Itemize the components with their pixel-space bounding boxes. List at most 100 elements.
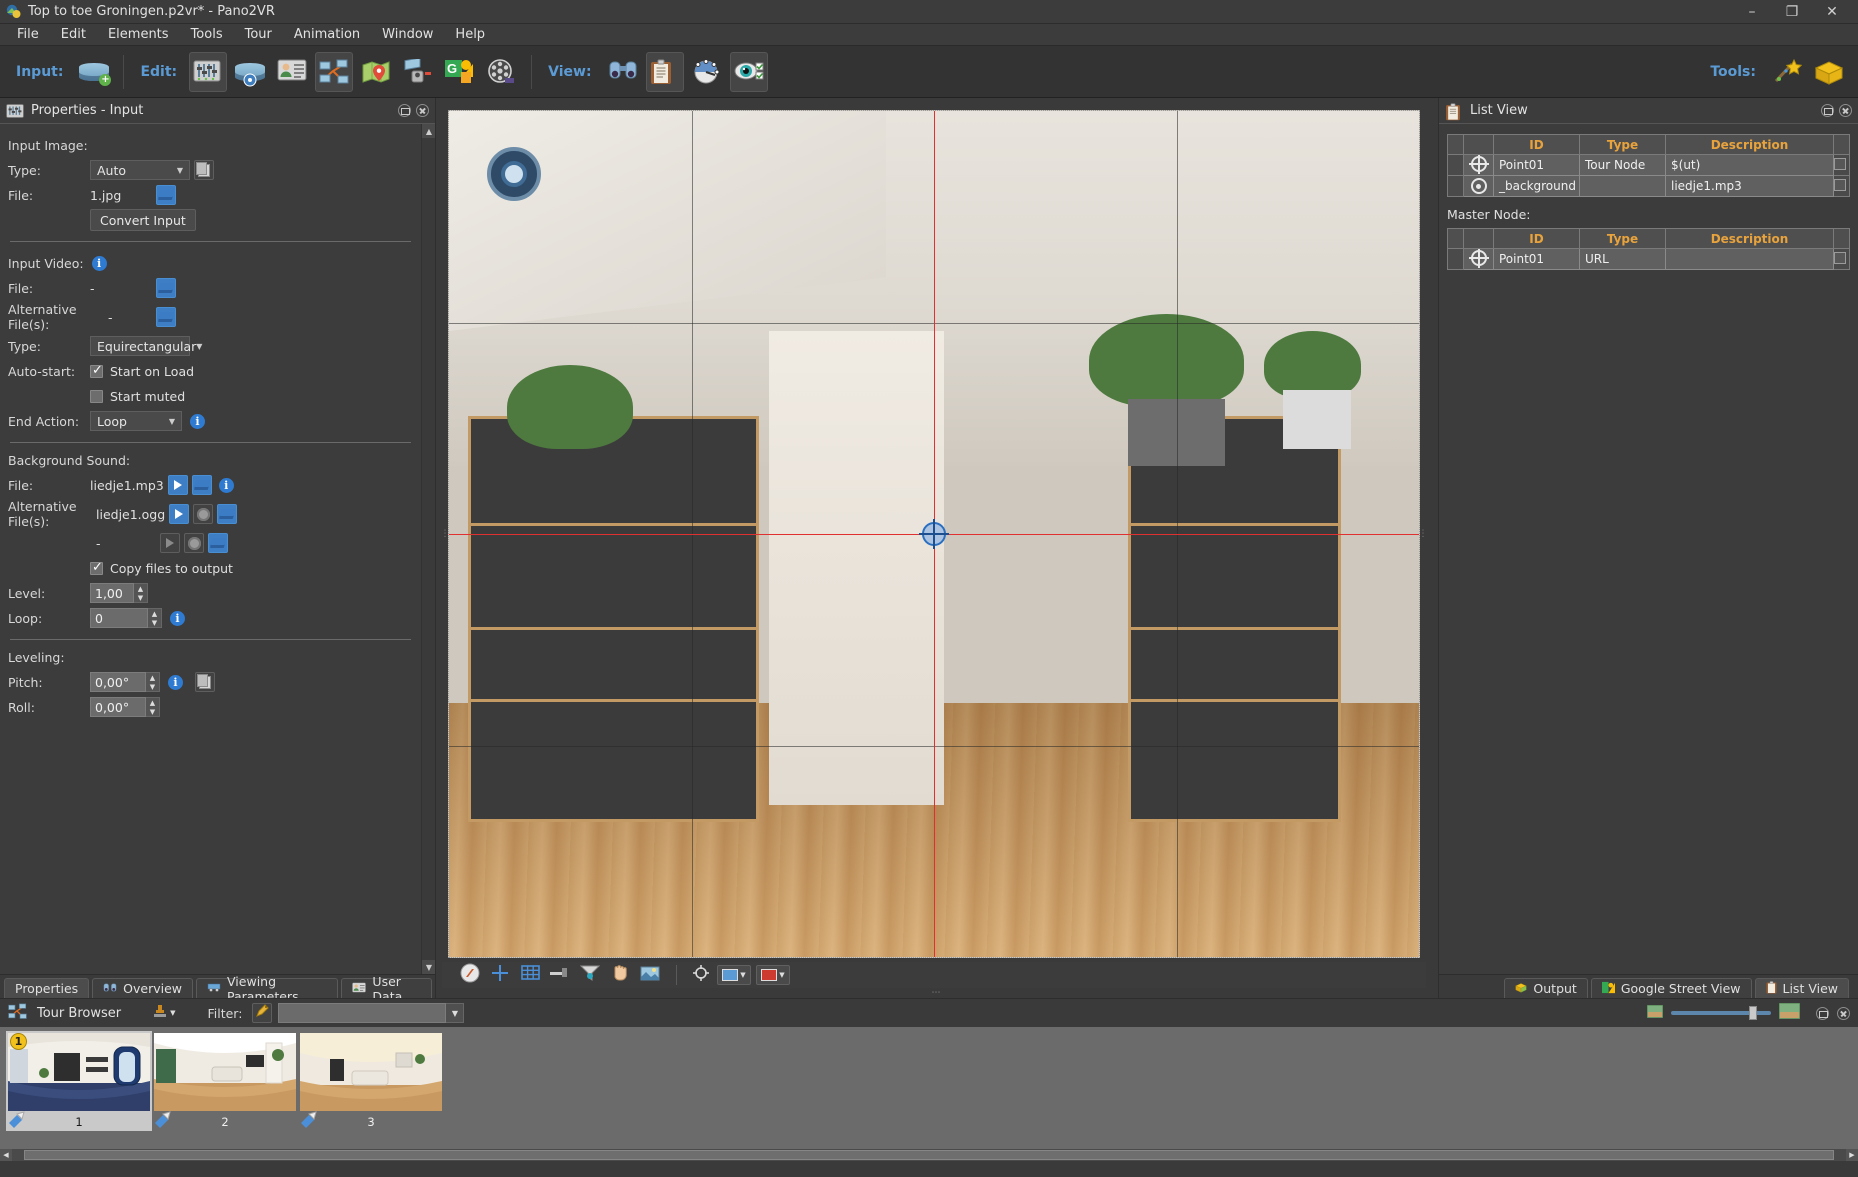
input-type-select[interactable]: Auto ▼ bbox=[90, 160, 190, 180]
row-description[interactable]: $(ut) bbox=[1665, 154, 1834, 176]
properties-button[interactable] bbox=[189, 51, 228, 92]
info-icon[interactable]: i bbox=[91, 255, 107, 271]
map-button[interactable] bbox=[357, 52, 395, 92]
close-panel-button[interactable] bbox=[416, 104, 429, 117]
bgsound-alt1-open-button[interactable] bbox=[217, 504, 238, 524]
bgsound-alt2-play-button[interactable] bbox=[160, 533, 180, 553]
close-button[interactable]: ✕ bbox=[1812, 0, 1852, 24]
level-stepper[interactable]: ▲▼ bbox=[90, 583, 148, 603]
input-type-copy-button[interactable] bbox=[194, 160, 214, 180]
stepper-down-icon[interactable]: ▼ bbox=[148, 618, 161, 627]
input-file-open-button[interactable] bbox=[156, 185, 176, 205]
bgsound-play-button[interactable] bbox=[167, 475, 188, 495]
viewing-parameters-button[interactable] bbox=[688, 52, 726, 92]
video-alt-open-button[interactable] bbox=[156, 307, 176, 327]
compass-icon[interactable] bbox=[487, 147, 541, 201]
list-view-button[interactable] bbox=[645, 51, 684, 92]
scroll-down-icon[interactable]: ▼ bbox=[422, 960, 435, 974]
right-splitter-handle[interactable]: ⋮ bbox=[1419, 110, 1428, 958]
tour-node-item[interactable]: 3 bbox=[298, 1031, 444, 1131]
patch-tool-button[interactable] bbox=[636, 963, 664, 987]
col-description[interactable]: Description bbox=[1665, 134, 1834, 155]
info-icon[interactable]: i bbox=[218, 477, 234, 493]
filter-tag-button[interactable] bbox=[252, 1003, 273, 1023]
master-col-type[interactable]: Type bbox=[1579, 228, 1666, 249]
master-row-id[interactable]: Point01 bbox=[1493, 248, 1580, 270]
tab-output[interactable]: Output bbox=[1504, 978, 1588, 998]
chevron-down-icon[interactable]: ▼ bbox=[446, 1003, 465, 1023]
stepper-arrows[interactable]: ▲ ▼ bbox=[148, 608, 162, 628]
video-type-select[interactable]: Equirectangular ▼ bbox=[90, 336, 202, 356]
scroll-up-icon[interactable]: ▲ bbox=[422, 124, 435, 138]
tab-overview[interactable]: Overview bbox=[92, 978, 194, 998]
stepper-up-icon[interactable]: ▲ bbox=[146, 673, 159, 682]
stepper-down-icon[interactable]: ▼ bbox=[146, 707, 159, 716]
end-action-select[interactable]: Loop ▼ bbox=[90, 411, 182, 431]
roll-stepper[interactable]: ▲▼ bbox=[90, 697, 160, 717]
master-col-description[interactable]: Description bbox=[1665, 228, 1834, 249]
preview-button[interactable] bbox=[729, 51, 768, 92]
menu-tour[interactable]: Tour bbox=[234, 25, 283, 44]
panorama-viewer[interactable] bbox=[448, 110, 1420, 958]
info-icon[interactable]: i bbox=[168, 674, 183, 690]
row-description[interactable]: liedje1.mp3 bbox=[1665, 175, 1834, 197]
bgsound-alt1-play-button[interactable] bbox=[169, 504, 190, 524]
scroll-right-icon[interactable]: ▶ bbox=[1846, 1149, 1858, 1161]
table-row[interactable]: Point01 Tour Node $(ut) bbox=[1447, 154, 1850, 176]
menu-window[interactable]: Window bbox=[371, 25, 444, 44]
bgsound-alt2-settings-button[interactable] bbox=[184, 533, 204, 553]
copy-files-to-output-checkbox[interactable]: Copy files to output bbox=[90, 560, 233, 576]
properties-scrollbar[interactable]: ▲ ▼ bbox=[421, 124, 435, 974]
tab-google-street-view[interactable]: Google Street View bbox=[1590, 978, 1752, 998]
loop-input[interactable] bbox=[90, 608, 148, 628]
row-options-button[interactable] bbox=[1833, 154, 1850, 176]
info-icon[interactable]: i bbox=[170, 610, 185, 626]
tab-list-view[interactable]: List View bbox=[1754, 978, 1849, 998]
google-street-view-button[interactable]: G bbox=[441, 52, 479, 92]
fill-color-button[interactable]: ▼ bbox=[717, 965, 751, 985]
loop-stepper[interactable]: ▲▼ bbox=[90, 608, 162, 628]
float-panel-button[interactable] bbox=[1821, 104, 1834, 117]
bgsound-open-button[interactable] bbox=[191, 475, 212, 495]
pan-tool-button[interactable] bbox=[606, 963, 634, 987]
thumbnail-large-icon[interactable] bbox=[1778, 1002, 1801, 1023]
float-panel-button[interactable] bbox=[1816, 1006, 1829, 1020]
row-drag-handle[interactable] bbox=[1447, 248, 1464, 270]
row-id[interactable]: _background bbox=[1493, 175, 1580, 197]
thumbnail-small-icon[interactable] bbox=[1646, 1004, 1664, 1022]
compass-tool-button[interactable] bbox=[456, 963, 484, 987]
tour-node-item[interactable]: 1 1 bbox=[6, 1031, 152, 1131]
skin-editor-button[interactable] bbox=[399, 52, 437, 92]
col-id[interactable]: ID bbox=[1493, 134, 1580, 155]
filter-input[interactable] bbox=[278, 1003, 447, 1023]
row-type[interactable] bbox=[1579, 175, 1666, 197]
close-panel-button[interactable] bbox=[1837, 1006, 1850, 1020]
stamp-tool-button[interactable]: ▼ bbox=[153, 1003, 175, 1023]
row-options-button[interactable] bbox=[1833, 248, 1850, 270]
thumbnails-horizontal-scrollbar[interactable]: ◀ ▶ bbox=[0, 1149, 1858, 1161]
stepper-arrows[interactable]: ▲ ▼ bbox=[146, 697, 160, 717]
maximize-button[interactable]: ❐ bbox=[1772, 0, 1812, 24]
stroke-color-button[interactable]: ▼ bbox=[756, 965, 790, 985]
menu-edit[interactable]: Edit bbox=[50, 25, 97, 44]
overview-button[interactable] bbox=[604, 52, 642, 92]
master-col-id[interactable]: ID bbox=[1493, 228, 1580, 249]
close-panel-button[interactable] bbox=[1839, 104, 1852, 117]
menu-animation[interactable]: Animation bbox=[283, 25, 371, 44]
crosshair-tool-button[interactable] bbox=[486, 963, 514, 987]
row-drag-handle[interactable] bbox=[1447, 175, 1464, 197]
row-options-button[interactable] bbox=[1833, 175, 1850, 197]
row-drag-handle[interactable] bbox=[1447, 154, 1464, 176]
tab-user-data[interactable]: User Data bbox=[341, 974, 432, 1004]
float-panel-button[interactable] bbox=[398, 104, 411, 117]
start-muted-checkbox[interactable]: Start muted bbox=[90, 389, 185, 404]
pitch-input[interactable] bbox=[90, 672, 146, 692]
level-input[interactable] bbox=[90, 583, 134, 603]
menu-help[interactable]: Help bbox=[444, 25, 496, 44]
bottom-splitter-handle[interactable]: ⋯ bbox=[436, 988, 1438, 998]
stepper-arrows[interactable]: ▲ ▼ bbox=[146, 672, 160, 692]
stepper-up-icon[interactable]: ▲ bbox=[134, 584, 147, 593]
roll-input[interactable] bbox=[90, 697, 146, 717]
menu-file[interactable]: File bbox=[6, 25, 50, 44]
scroll-left-icon[interactable]: ◀ bbox=[0, 1149, 12, 1161]
